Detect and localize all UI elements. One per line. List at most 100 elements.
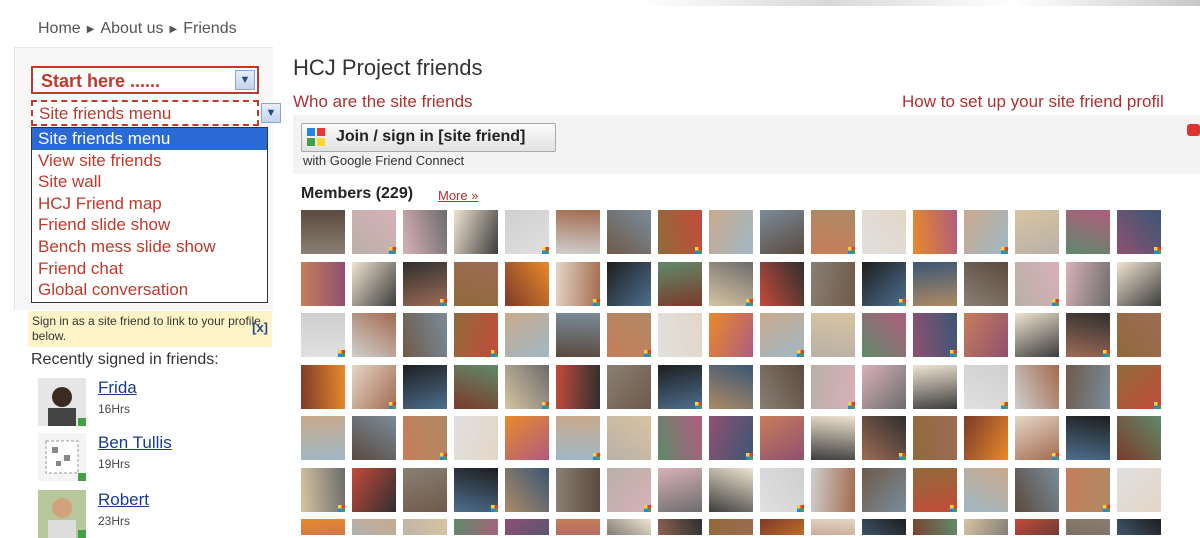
member-avatar[interactable] <box>1066 467 1110 512</box>
member-avatar[interactable] <box>505 416 549 460</box>
member-avatar[interactable] <box>760 261 804 306</box>
member-avatar[interactable] <box>1066 416 1110 460</box>
chevron-down-icon[interactable]: ▼ <box>235 70 255 90</box>
member-avatar[interactable] <box>454 364 498 409</box>
member-avatar[interactable] <box>505 313 549 357</box>
member-avatar[interactable] <box>301 416 345 460</box>
member-avatar[interactable] <box>556 416 600 460</box>
member-avatar[interactable] <box>862 416 906 460</box>
member-avatar[interactable] <box>811 416 855 460</box>
member-avatar[interactable] <box>301 313 345 357</box>
member-avatar[interactable] <box>301 467 345 512</box>
member-avatar[interactable] <box>658 210 702 254</box>
breadcrumb-home[interactable]: Home <box>38 20 81 38</box>
member-avatar[interactable] <box>454 313 498 357</box>
member-avatar[interactable] <box>352 313 396 357</box>
breadcrumb-about-us[interactable]: About us <box>100 20 163 38</box>
member-avatar[interactable] <box>403 313 447 357</box>
member-avatar[interactable] <box>352 519 396 535</box>
member-avatar[interactable] <box>505 210 549 254</box>
member-avatar[interactable] <box>505 364 549 409</box>
member-avatar[interactable] <box>607 210 651 254</box>
who-are-site-friends-link[interactable]: Who are the site friends <box>293 92 473 112</box>
member-avatar[interactable] <box>913 210 957 254</box>
member-avatar[interactable] <box>760 210 804 254</box>
member-avatar[interactable] <box>760 364 804 409</box>
chevron-down-icon[interactable]: ▼ <box>261 103 281 123</box>
join-sign-in-button[interactable]: Join / sign in [site friend] <box>301 123 556 152</box>
member-avatar[interactable] <box>352 210 396 254</box>
member-avatar[interactable] <box>709 210 753 254</box>
member-avatar[interactable] <box>1117 210 1161 254</box>
member-avatar[interactable] <box>505 519 549 535</box>
breadcrumb-friends[interactable]: Friends <box>183 20 236 38</box>
member-avatar[interactable] <box>1066 519 1110 535</box>
how-to-set-up-profile-link[interactable]: How to set up your site friend profil <box>902 92 1164 112</box>
member-avatar[interactable] <box>454 210 498 254</box>
member-avatar[interactable] <box>964 519 1008 535</box>
member-avatar[interactable] <box>964 416 1008 460</box>
member-avatar[interactable] <box>709 313 753 357</box>
member-avatar[interactable] <box>811 313 855 357</box>
site-friends-menu-select[interactable]: Site friends menu ▼ <box>31 100 281 126</box>
menu-option-site-wall[interactable]: Site wall <box>32 171 267 193</box>
member-avatar[interactable] <box>760 416 804 460</box>
member-avatar[interactable] <box>556 313 600 357</box>
member-avatar[interactable] <box>607 364 651 409</box>
member-avatar[interactable] <box>1117 467 1161 512</box>
member-avatar[interactable] <box>760 313 804 357</box>
member-avatar[interactable] <box>964 261 1008 306</box>
member-avatar[interactable] <box>607 313 651 357</box>
member-avatar[interactable] <box>658 313 702 357</box>
menu-option-global-conversation[interactable]: Global conversation <box>32 279 267 301</box>
member-avatar[interactable] <box>1015 467 1059 512</box>
member-avatar[interactable] <box>862 467 906 512</box>
member-avatar[interactable] <box>556 467 600 512</box>
member-avatar[interactable] <box>1015 210 1059 254</box>
member-avatar[interactable] <box>607 519 651 535</box>
member-avatar[interactable] <box>403 519 447 535</box>
member-avatar[interactable] <box>1117 416 1161 460</box>
member-avatar[interactable] <box>964 313 1008 357</box>
member-avatar[interactable] <box>1117 261 1161 306</box>
member-avatar[interactable] <box>913 467 957 512</box>
member-avatar[interactable] <box>862 313 906 357</box>
member-avatar[interactable] <box>964 467 1008 512</box>
member-avatar[interactable] <box>352 364 396 409</box>
member-avatar[interactable] <box>403 364 447 409</box>
member-avatar[interactable] <box>862 210 906 254</box>
member-avatar[interactable] <box>760 519 804 535</box>
member-avatar[interactable] <box>760 467 804 512</box>
member-avatar[interactable] <box>607 261 651 306</box>
member-avatar[interactable] <box>1015 416 1059 460</box>
member-avatar[interactable] <box>301 210 345 254</box>
member-avatar[interactable] <box>913 313 957 357</box>
settings-icon[interactable] <box>1187 124 1200 136</box>
member-avatar[interactable] <box>913 519 957 535</box>
member-avatar[interactable] <box>403 261 447 306</box>
member-avatar[interactable] <box>658 416 702 460</box>
member-avatar[interactable] <box>1117 313 1161 357</box>
member-avatar[interactable] <box>1066 210 1110 254</box>
member-avatar[interactable] <box>964 364 1008 409</box>
member-avatar[interactable] <box>403 210 447 254</box>
menu-option-friend-map[interactable]: HCJ Friend map <box>32 193 267 215</box>
member-avatar[interactable] <box>1015 313 1059 357</box>
member-avatar[interactable] <box>811 467 855 512</box>
member-avatar[interactable] <box>709 467 753 512</box>
member-avatar[interactable] <box>1066 313 1110 357</box>
member-avatar[interactable] <box>862 364 906 409</box>
menu-option-friend-chat[interactable]: Friend chat <box>32 258 267 280</box>
start-here-select[interactable]: Start here ...... ▼ <box>31 66 259 94</box>
member-avatar[interactable] <box>454 519 498 535</box>
member-avatar[interactable] <box>1015 519 1059 535</box>
member-avatar[interactable] <box>301 261 345 306</box>
member-avatar[interactable] <box>352 416 396 460</box>
recent-friend-name[interactable]: Robert <box>98 490 149 510</box>
member-avatar[interactable] <box>454 416 498 460</box>
member-avatar[interactable] <box>454 467 498 512</box>
member-avatar[interactable] <box>352 261 396 306</box>
member-avatar[interactable] <box>811 210 855 254</box>
member-avatar[interactable] <box>811 261 855 306</box>
member-avatar[interactable] <box>301 519 345 535</box>
